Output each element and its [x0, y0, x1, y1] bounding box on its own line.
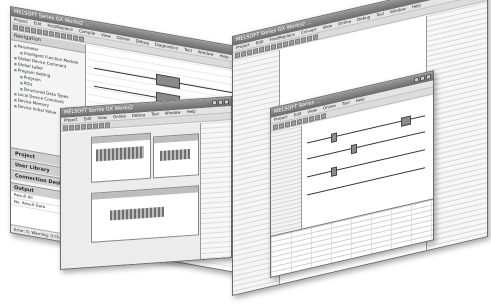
toolbar-icon[interactable] — [295, 38, 300, 45]
toolbar-icon[interactable] — [321, 113, 326, 120]
toolbar-icon[interactable] — [31, 27, 36, 34]
toolbar-icon[interactable] — [309, 115, 314, 122]
module-panel[interactable] — [153, 133, 199, 179]
minimize-icon[interactable] — [212, 100, 217, 106]
menu-item[interactable]: Window — [162, 109, 184, 116]
panel-header — [154, 134, 198, 144]
menu-item[interactable]: Edit — [81, 116, 95, 122]
toolbar-icon[interactable] — [247, 49, 252, 56]
module-image — [160, 148, 190, 162]
toolbar-icon[interactable] — [277, 42, 282, 49]
instruction-block[interactable] — [156, 73, 180, 89]
toolbar-icon[interactable] — [61, 32, 66, 39]
menu-item[interactable]: Project — [61, 117, 81, 123]
menu-item[interactable]: Edit — [31, 20, 45, 27]
toolbar-icon[interactable] — [49, 30, 54, 37]
toolbar-icon[interactable] — [43, 29, 48, 36]
toolbar-icon[interactable] — [241, 50, 246, 57]
toolbar-icon[interactable] — [235, 52, 240, 59]
property-pane[interactable] — [426, 2, 487, 251]
toolbar-icon[interactable] — [87, 123, 92, 130]
menu-item[interactable]: Debug — [129, 112, 148, 118]
toolbar-icon[interactable] — [93, 123, 98, 129]
toolbar-icon[interactable] — [279, 122, 284, 129]
toolbar-icon[interactable] — [19, 25, 24, 32]
toolbar-icon[interactable] — [99, 122, 104, 129]
coil-symbol[interactable] — [401, 115, 411, 127]
toolbar-icon[interactable] — [79, 36, 84, 43]
toolbar-icon[interactable] — [301, 36, 306, 44]
menu-item[interactable]: View — [94, 115, 110, 121]
toolbar-icon[interactable] — [297, 118, 302, 125]
toolbar-icon[interactable] — [315, 114, 320, 121]
secondary-window: MELSOFT Series GX Works2 Project Edit View… — [60, 95, 232, 270]
toolbar-icon[interactable] — [307, 35, 312, 42]
toolbar-icon[interactable] — [55, 31, 60, 38]
contact-symbol[interactable] — [331, 132, 337, 143]
config-panel[interactable] — [91, 185, 199, 243]
toolbar-icon[interactable] — [69, 125, 74, 131]
toolbar-icon[interactable] — [265, 45, 270, 52]
panel-header — [92, 186, 198, 200]
toolbar-icon[interactable] — [63, 125, 68, 131]
screenshot-collage: MELSOFT Series GX Works2 ... Project Edit… — [0, 0, 491, 306]
menu-item[interactable]: Help — [184, 108, 199, 115]
ladder-rung — [307, 131, 425, 160]
toolbar-icon[interactable] — [75, 124, 80, 130]
toolbar-icon[interactable] — [105, 122, 110, 128]
toolbar-icon[interactable] — [67, 34, 72, 40]
project-tree[interactable] — [271, 125, 302, 237]
toolbar-icon[interactable] — [73, 35, 78, 41]
menu-item[interactable]: Tool — [148, 111, 162, 117]
workspace — [61, 121, 231, 269]
toolbar-icon[interactable] — [259, 46, 264, 53]
toolbar-icon[interactable] — [313, 34, 318, 41]
toolbar-icon[interactable] — [289, 39, 294, 46]
contact-symbol[interactable] — [331, 166, 337, 177]
maximize-icon[interactable] — [218, 99, 223, 105]
toolbar-icon[interactable] — [271, 43, 276, 50]
toolbar-icon[interactable] — [253, 47, 258, 55]
toolbar-icon[interactable] — [25, 26, 30, 33]
parameter-list[interactable] — [200, 121, 231, 260]
toolbar-icon[interactable] — [285, 121, 290, 128]
toolbar-icon[interactable] — [37, 28, 42, 35]
menu-item[interactable]: Online — [110, 113, 129, 119]
toolbar-icon[interactable] — [303, 117, 308, 124]
module-panel[interactable] — [91, 132, 151, 183]
toolbar-icon[interactable] — [13, 24, 18, 31]
toolbar-icon[interactable] — [273, 124, 278, 131]
toolbar-icon[interactable] — [81, 124, 86, 130]
module-image — [96, 146, 144, 162]
close-icon[interactable] — [224, 99, 229, 105]
toolbar-icon[interactable] — [291, 119, 296, 127]
module-image — [110, 206, 164, 221]
toolbar-icon[interactable] — [283, 41, 288, 48]
panel-header — [92, 133, 150, 144]
contact-symbol[interactable] — [351, 143, 357, 155]
menu-item[interactable]: Tool — [181, 46, 195, 53]
